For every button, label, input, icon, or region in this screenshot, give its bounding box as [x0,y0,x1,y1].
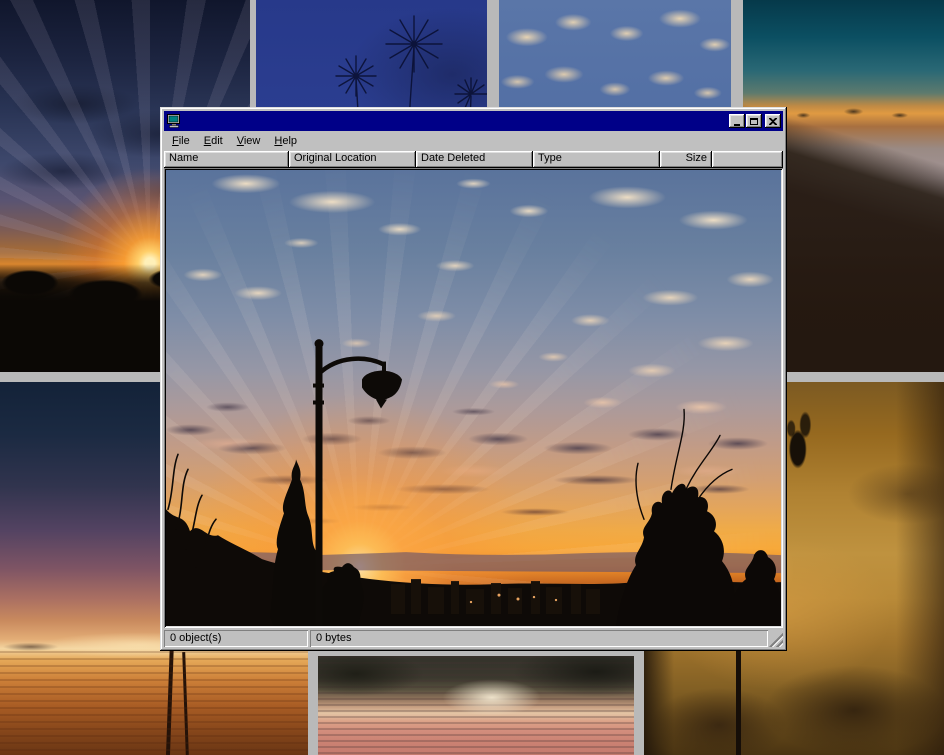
close-icon [769,118,777,125]
resize-grip[interactable] [769,630,783,647]
file-list-viewport[interactable] [164,168,783,628]
maximize-button[interactable] [746,114,762,128]
foreground-silhouettes [166,170,781,626]
menu-bar: File Edit View Help [164,131,783,150]
desktop-wallpaper-collage: File Edit View Help Name Original Locati… [0,0,944,755]
column-header-type[interactable]: Type [533,151,660,168]
menu-help[interactable]: Help [267,133,304,150]
window-titlebar[interactable] [164,111,783,131]
menu-edit[interactable]: Edit [197,133,230,150]
minimize-icon [734,124,740,126]
status-object-count: 0 object(s) [164,630,308,647]
maximize-icon [750,118,758,125]
status-total-size: 0 bytes [310,630,768,647]
water-pole [182,652,189,755]
minimize-button[interactable] [729,114,745,128]
column-header-date-deleted[interactable]: Date Deleted [416,151,533,168]
column-header-original-location[interactable]: Original Location [289,151,416,168]
street-lamp-sunset-photo [166,170,781,626]
column-header-name[interactable]: Name [164,151,289,168]
recycle-bin-window: File Edit View Help Name Original Locati… [160,107,787,651]
wallpaper-water-reflection-photo [318,656,634,755]
status-bar: 0 object(s) 0 bytes [164,630,783,647]
computer-icon[interactable] [167,114,181,128]
column-header-row: Name Original Location Date Deleted Type… [164,151,783,168]
water-pole [166,640,174,755]
close-button[interactable] [765,114,781,128]
lamp-post-silhouette [736,648,741,755]
menu-view[interactable]: View [230,133,268,150]
column-header-size[interactable]: Size [660,151,712,168]
menu-file[interactable]: File [165,133,197,150]
column-header-filler[interactable] [712,151,783,168]
